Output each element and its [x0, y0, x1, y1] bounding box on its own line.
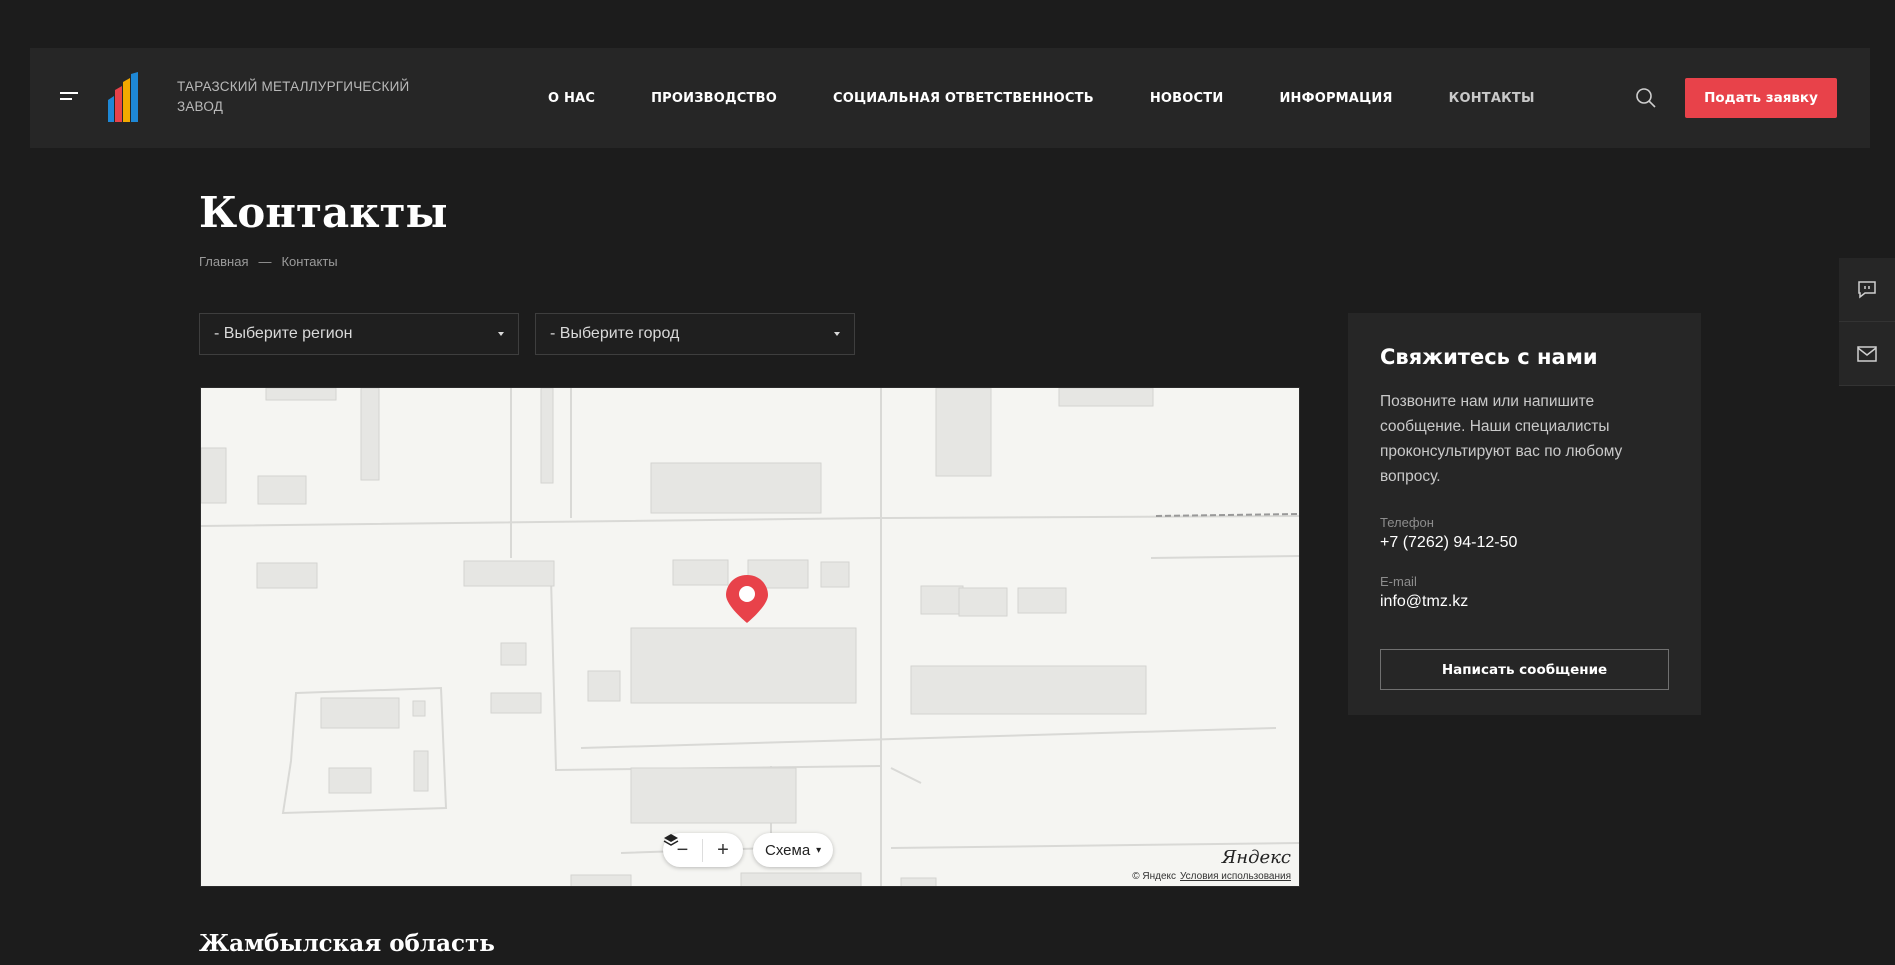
contact-card-title: Свяжитесь с нами: [1380, 345, 1598, 369]
region-heading: Жамбылская область: [199, 930, 495, 957]
nav-news[interactable]: НОВОСТИ: [1150, 91, 1224, 106]
page-title: Контакты: [199, 188, 448, 237]
email-link[interactable]: info@tmz.kz: [1380, 593, 1669, 611]
nav-contacts[interactable]: КОНТАКТЫ: [1449, 91, 1535, 106]
layers-icon: [663, 834, 679, 846]
chevron-down-icon: ▾: [816, 844, 822, 856]
nav-info[interactable]: ИНФОРМАЦИЯ: [1279, 91, 1392, 106]
email-label: E-mail: [1380, 574, 1417, 589]
contact-card-text: Позвоните нам или напишите сообщение. На…: [1380, 393, 1623, 485]
mail-button[interactable]: [1839, 322, 1895, 386]
zoom-in-button[interactable]: +: [703, 839, 743, 862]
brand-name: ТАРАЗСКИЙ МЕТАЛЛУРГИЧЕСКИЙ ЗАВОД: [177, 79, 410, 114]
phone-link[interactable]: +7 (7262) 94-12-50: [1380, 534, 1669, 552]
region-select-value: - Выберите регион: [214, 325, 353, 342]
copyright-text: © Яндекс: [1132, 871, 1176, 882]
menu-icon[interactable]: [60, 92, 80, 104]
site-header: ТАРАЗСКИЙ МЕТАЛЛУРГИЧЕСКИЙ ЗАВОД О НАС П…: [30, 48, 1870, 148]
location-pin-icon[interactable]: [726, 575, 768, 623]
nav-production[interactable]: ПРОИЗВОДСТВО: [651, 91, 777, 106]
submit-request-button[interactable]: Подать заявку: [1685, 78, 1837, 118]
chevron-down-icon: [834, 332, 840, 336]
city-select-value: - Выберите город: [550, 325, 680, 342]
contact-card: Свяжитесь с нами Позвоните нам или напиш…: [1348, 313, 1701, 715]
breadcrumb-home[interactable]: Главная: [199, 254, 248, 269]
nav-about[interactable]: О НАС: [548, 91, 595, 106]
terms-link[interactable]: Условия использования: [1180, 871, 1291, 882]
chat-button[interactable]: [1839, 258, 1895, 322]
company-logo[interactable]: [108, 72, 140, 124]
city-select[interactable]: - Выберите город: [535, 313, 855, 355]
yandex-logo[interactable]: Яндекс: [1222, 847, 1291, 868]
nav-social[interactable]: СОЦИАЛЬНАЯ ОТВЕТСТВЕННОСТЬ: [833, 91, 1094, 106]
phone-label: Телефон: [1380, 515, 1434, 530]
mail-icon: [1857, 345, 1877, 362]
chevron-down-icon: [498, 332, 504, 336]
search-icon[interactable]: [1634, 86, 1658, 110]
breadcrumb: Главная — Контакты: [199, 254, 338, 269]
breadcrumb-separator: —: [258, 254, 272, 269]
map[interactable]: − + Схема ▾ Яндекс © Яндекс Условия испо…: [200, 387, 1300, 887]
region-select[interactable]: - Выберите регион: [199, 313, 519, 355]
map-canvas[interactable]: [201, 388, 1300, 887]
map-controls: − + Схема ▾: [663, 833, 834, 867]
side-widget: [1839, 258, 1895, 386]
map-layer-switch[interactable]: Схема ▾: [663, 833, 834, 867]
chat-icon: [1858, 280, 1876, 299]
main-nav: О НАС ПРОИЗВОДСТВО СОЦИАЛЬНАЯ ОТВЕТСТВЕН…: [548, 48, 1591, 148]
breadcrumb-current: Контакты: [281, 254, 338, 269]
write-message-button[interactable]: Написать сообщение: [1380, 649, 1669, 690]
map-copyright: © Яндекс Условия использования: [1132, 871, 1291, 882]
map-layer-label: Схема: [765, 841, 811, 859]
